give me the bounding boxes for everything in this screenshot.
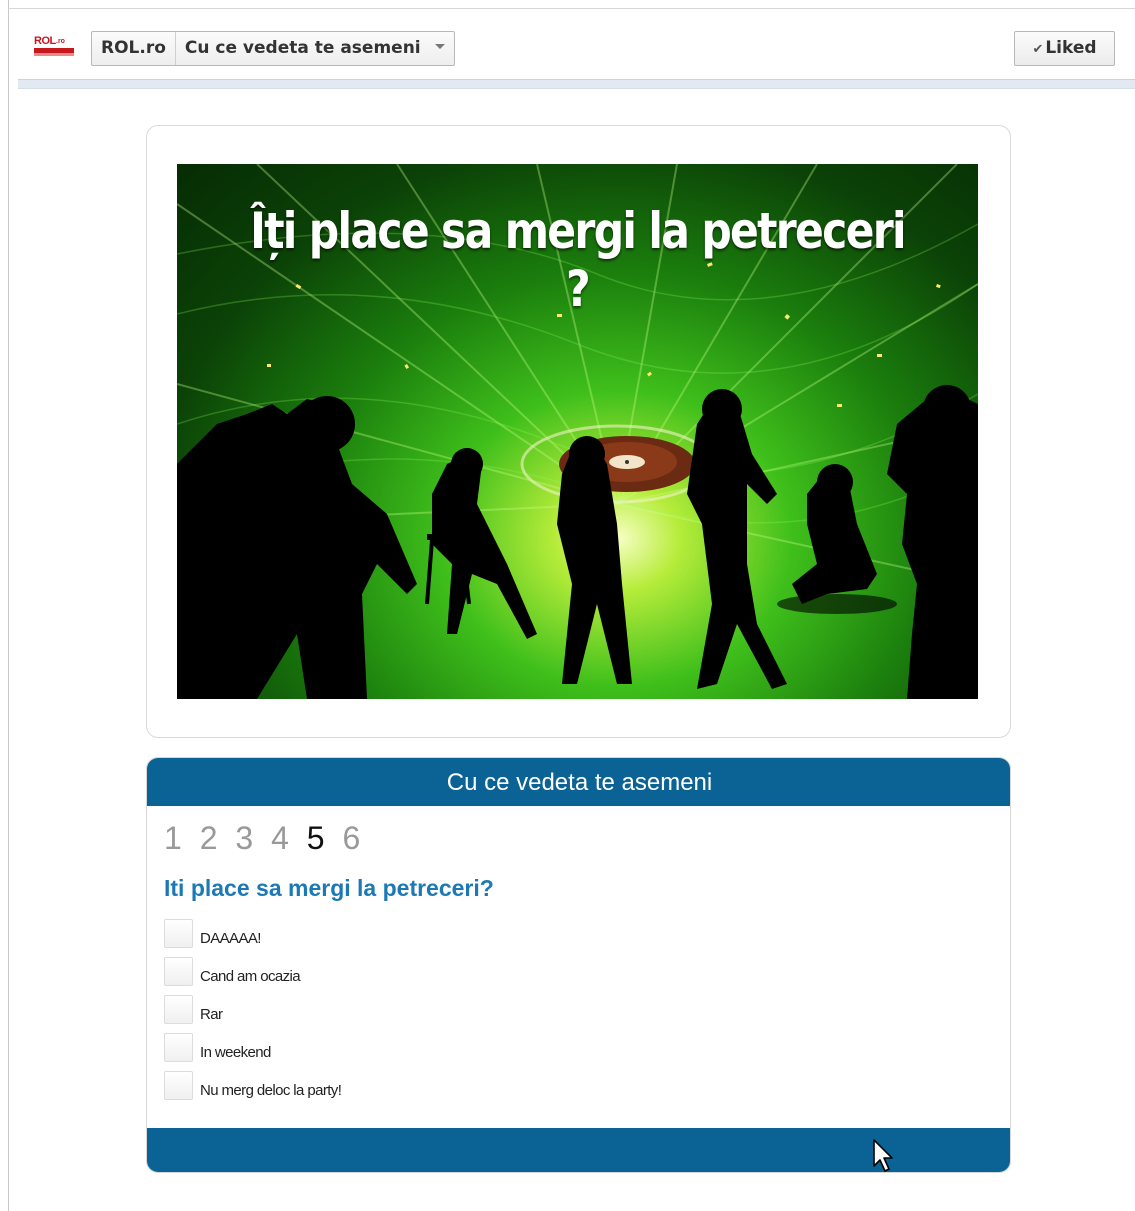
answer-option[interactable]: DAAAAA! — [164, 919, 564, 957]
mouse-cursor-icon — [873, 1139, 893, 1172]
banner-title: Îți place sa mergi la petreceri ? — [250, 202, 907, 318]
answer-label[interactable]: Cand am ocazia — [200, 968, 301, 985]
image-card: Îți place sa mergi la petreceri ? — [146, 125, 1011, 738]
answer-checkbox[interactable] — [164, 919, 193, 948]
check-icon: ✔ — [1032, 42, 1044, 57]
step-3: 3 — [235, 820, 254, 856]
answer-label[interactable]: DAAAAA! — [200, 930, 261, 947]
step-1: 1 — [164, 820, 182, 856]
breadcrumb-site-link[interactable]: ROL.ro — [92, 32, 176, 65]
answer-checkbox[interactable] — [164, 995, 193, 1024]
answer-option[interactable]: Rar — [164, 995, 564, 1033]
chevron-down-icon — [434, 43, 445, 49]
answer-list: DAAAAA! Cand am ocazia Rar In weekend Nu… — [164, 919, 564, 1109]
answer-label[interactable]: In weekend — [200, 1044, 271, 1061]
answer-checkbox[interactable] — [164, 957, 193, 986]
step-4: 4 — [271, 820, 289, 856]
party-banner-image: Îți place sa mergi la petreceri ? — [177, 164, 978, 699]
quiz-question: Iti place sa mergi la petreceri? — [164, 875, 494, 901]
quiz-panel: Cu ce vedeta te asemeni 1 2 3 4 5 6 Iti … — [146, 757, 1011, 1173]
answer-option[interactable]: Nu merg deloc la party! — [164, 1071, 564, 1109]
quiz-title: Cu ce vedeta te asemeni — [147, 758, 1010, 806]
answer-checkbox[interactable] — [164, 1071, 193, 1100]
answer-label[interactable]: Rar — [200, 1006, 223, 1023]
answer-option[interactable]: Cand am ocazia — [164, 957, 564, 995]
answer-label[interactable]: Nu merg deloc la party! — [200, 1082, 342, 1099]
page: ROL .ro ROL.ro Cu ce vedeta te asemeni ✔… — [0, 0, 1135, 1211]
step-5-active: 5 — [306, 820, 325, 856]
app-dropdown-label: Cu ce vedeta te asemeni — [184, 38, 421, 58]
answer-checkbox[interactable] — [164, 1033, 193, 1062]
frame-left-border — [8, 0, 9, 1211]
liked-button[interactable]: ✔ Liked — [1014, 31, 1115, 66]
page-header: ROL .ro ROL.ro Cu ce vedeta te asemeni ✔… — [20, 30, 1135, 70]
frame-top-border — [8, 8, 1135, 9]
rol-logo[interactable]: ROL .ro — [34, 36, 78, 56]
quiz-step-indicator: 1 2 3 4 5 6 — [164, 820, 369, 857]
app-dropdown[interactable]: Cu ce vedeta te asemeni — [176, 32, 454, 65]
answer-option[interactable]: In weekend — [164, 1033, 564, 1071]
step-6: 6 — [342, 820, 361, 856]
header-divider — [18, 79, 1135, 89]
step-2: 2 — [199, 820, 218, 856]
breadcrumb: ROL.ro Cu ce vedeta te asemeni — [91, 31, 455, 66]
liked-label: Liked — [1045, 38, 1097, 58]
